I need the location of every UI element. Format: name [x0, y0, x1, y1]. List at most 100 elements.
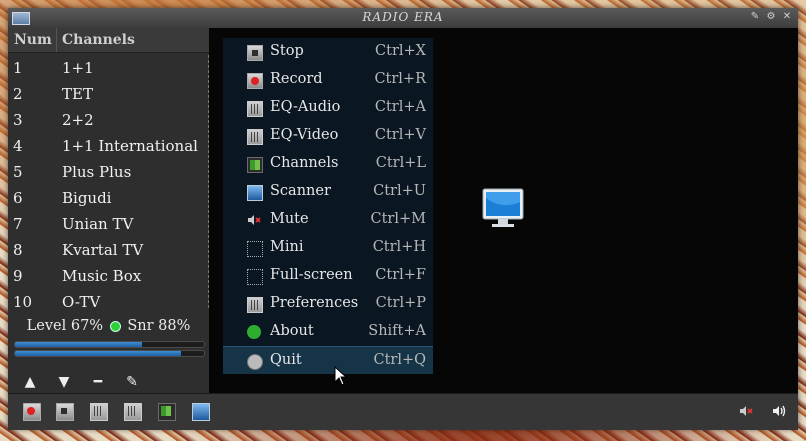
channels-icon	[247, 157, 263, 173]
menu-item-label: Mini	[270, 239, 304, 255]
move-down-icon[interactable]: ▼	[55, 373, 73, 391]
menu-item-mini[interactable]: Mini Ctrl+H	[223, 234, 433, 262]
scanner-icon[interactable]	[192, 403, 210, 421]
column-header-channels[interactable]: Channels	[62, 32, 135, 48]
signal-status-icon	[109, 320, 121, 332]
mini-icon	[247, 241, 263, 257]
mouse-cursor-icon	[334, 366, 348, 386]
channel-name: 2+2	[62, 111, 94, 129]
mute-icon[interactable]	[738, 403, 754, 419]
menu-item-shortcut: Ctrl+F	[375, 267, 426, 283]
eq-video-icon	[247, 129, 263, 145]
menu-item-channels[interactable]: Channels Ctrl+L	[223, 150, 433, 178]
channel-row[interactable]: 6 Bigudi	[8, 185, 208, 211]
channel-num: 9	[13, 267, 23, 285]
channel-name: Bigudi	[62, 189, 112, 207]
menu-item-preferences[interactable]: Preferences Ctrl+P	[223, 290, 433, 318]
menu-item-mute[interactable]: Mute Ctrl+M	[223, 206, 433, 234]
close-icon[interactable]: ✕	[782, 11, 792, 23]
app-window: RADIO ERA ✎ ⚙ ✕ Num Channels 1 1+1 2 TET 3…	[8, 8, 798, 430]
menu-item-shortcut: Ctrl+X	[375, 43, 426, 59]
channel-row[interactable]: 3 2+2	[8, 107, 208, 133]
menu-item-label: Scanner	[270, 183, 331, 199]
channel-row[interactable]: 5 Plus Plus	[8, 159, 208, 185]
channel-num: 5	[13, 163, 23, 181]
channel-num: 4	[13, 137, 23, 155]
signal-readout: Level 67% Snr 88%	[8, 318, 209, 334]
channel-row[interactable]: 7 Unian TV	[8, 211, 208, 237]
volume-icon[interactable]	[772, 403, 788, 419]
channel-num: 7	[13, 215, 23, 233]
menu-item-shortcut: Ctrl+Q	[373, 352, 426, 368]
menu-item-shortcut: Ctrl+A	[374, 99, 426, 115]
channel-name: Kvartal TV	[62, 241, 144, 259]
channel-row[interactable]: 8 Kvartal TV	[8, 237, 208, 263]
eq-audio-icon	[247, 101, 263, 117]
channel-name: O-TV	[62, 293, 101, 308]
menu-item-eq-video[interactable]: EQ-Video Ctrl+V	[223, 122, 433, 150]
level-bar	[14, 341, 205, 348]
stop-icon	[247, 45, 263, 61]
eq-video-icon[interactable]	[124, 403, 142, 421]
menu-item-scanner[interactable]: Scanner Ctrl+U	[223, 178, 433, 206]
menu-item-quit[interactable]: Quit Ctrl+Q	[223, 346, 433, 374]
channel-row[interactable]: 10 O-TV	[8, 289, 208, 308]
level-bar-fill	[15, 342, 142, 347]
level-label: Level 67%	[26, 318, 104, 334]
about-icon	[247, 325, 261, 339]
menu-item-stop[interactable]: Stop Ctrl+X	[223, 38, 433, 66]
menu-item-fullscreen[interactable]: Full-screen Ctrl+F	[223, 262, 433, 290]
channel-name: 1+1 International	[62, 137, 198, 155]
video-area[interactable]: Stop Ctrl+X Record Ctrl+R EQ-Audio Ctrl+A E…	[209, 28, 798, 393]
menu-item-label: EQ-Audio	[270, 99, 341, 115]
clear-brush-icon[interactable]: ✎	[123, 373, 141, 391]
column-header-num[interactable]: Num	[14, 32, 52, 48]
channel-num: 1	[13, 59, 23, 77]
menu-item-label: EQ-Video	[270, 127, 339, 143]
settings-icon[interactable]: ⚙	[766, 11, 776, 23]
channel-row[interactable]: 4 1+1 International	[8, 133, 208, 159]
channel-row[interactable]: 9 Music Box	[8, 263, 208, 289]
monitor-icon	[482, 188, 524, 227]
menu-item-label: Preferences	[270, 295, 359, 311]
context-menu: Stop Ctrl+X Record Ctrl+R EQ-Audio Ctrl+A E…	[223, 38, 433, 374]
channel-list-header: Num Channels	[8, 28, 209, 53]
remove-icon[interactable]: ━	[89, 373, 107, 391]
menu-item-shortcut: Ctrl+R	[374, 71, 426, 87]
eq-audio-icon[interactable]	[90, 403, 108, 421]
title-bar[interactable]: RADIO ERA ✎ ⚙ ✕	[8, 8, 798, 28]
menu-item-label: Record	[270, 71, 323, 87]
menu-item-about[interactable]: About Shift+A	[223, 318, 433, 346]
channel-name: TET	[62, 85, 93, 103]
channel-name: Plus Plus	[62, 163, 132, 181]
scanner-icon	[247, 185, 263, 201]
menu-item-eq-audio[interactable]: EQ-Audio Ctrl+A	[223, 94, 433, 122]
channel-num: 3	[13, 111, 23, 129]
mute-icon	[248, 215, 261, 225]
menu-item-shortcut: Ctrl+H	[372, 239, 426, 255]
fullscreen-icon	[247, 269, 263, 285]
channel-row[interactable]: 1 1+1	[8, 55, 208, 81]
snr-bar	[14, 350, 205, 357]
channel-name: Music Box	[62, 267, 142, 285]
record-icon[interactable]	[23, 403, 41, 421]
edit-icon[interactable]: ✎	[750, 11, 760, 23]
move-up-icon[interactable]: ▲	[21, 373, 39, 391]
channel-num: 10	[13, 293, 33, 308]
channel-row[interactable]: 2 TET	[8, 81, 208, 107]
stop-icon[interactable]	[56, 403, 74, 421]
menu-item-label: Channels	[270, 155, 339, 171]
signal-box: Level 67% Snr 88%	[8, 316, 209, 366]
snr-bar-fill	[15, 351, 182, 356]
menu-item-label: Mute	[270, 211, 309, 227]
channel-num: 6	[13, 189, 23, 207]
menu-item-label: Quit	[270, 352, 302, 368]
channels-icon[interactable]	[158, 403, 176, 421]
channel-num: 8	[13, 241, 23, 259]
menu-item-label: Stop	[270, 43, 304, 59]
menu-item-shortcut: Ctrl+V	[374, 127, 426, 143]
quit-icon	[247, 354, 263, 370]
menu-item-record[interactable]: Record Ctrl+R	[223, 66, 433, 94]
menu-item-label: About	[270, 323, 314, 339]
channel-list[interactable]: 1 1+1 2 TET 3 2+2 4 1+1 International 5 Plus …	[8, 55, 209, 308]
